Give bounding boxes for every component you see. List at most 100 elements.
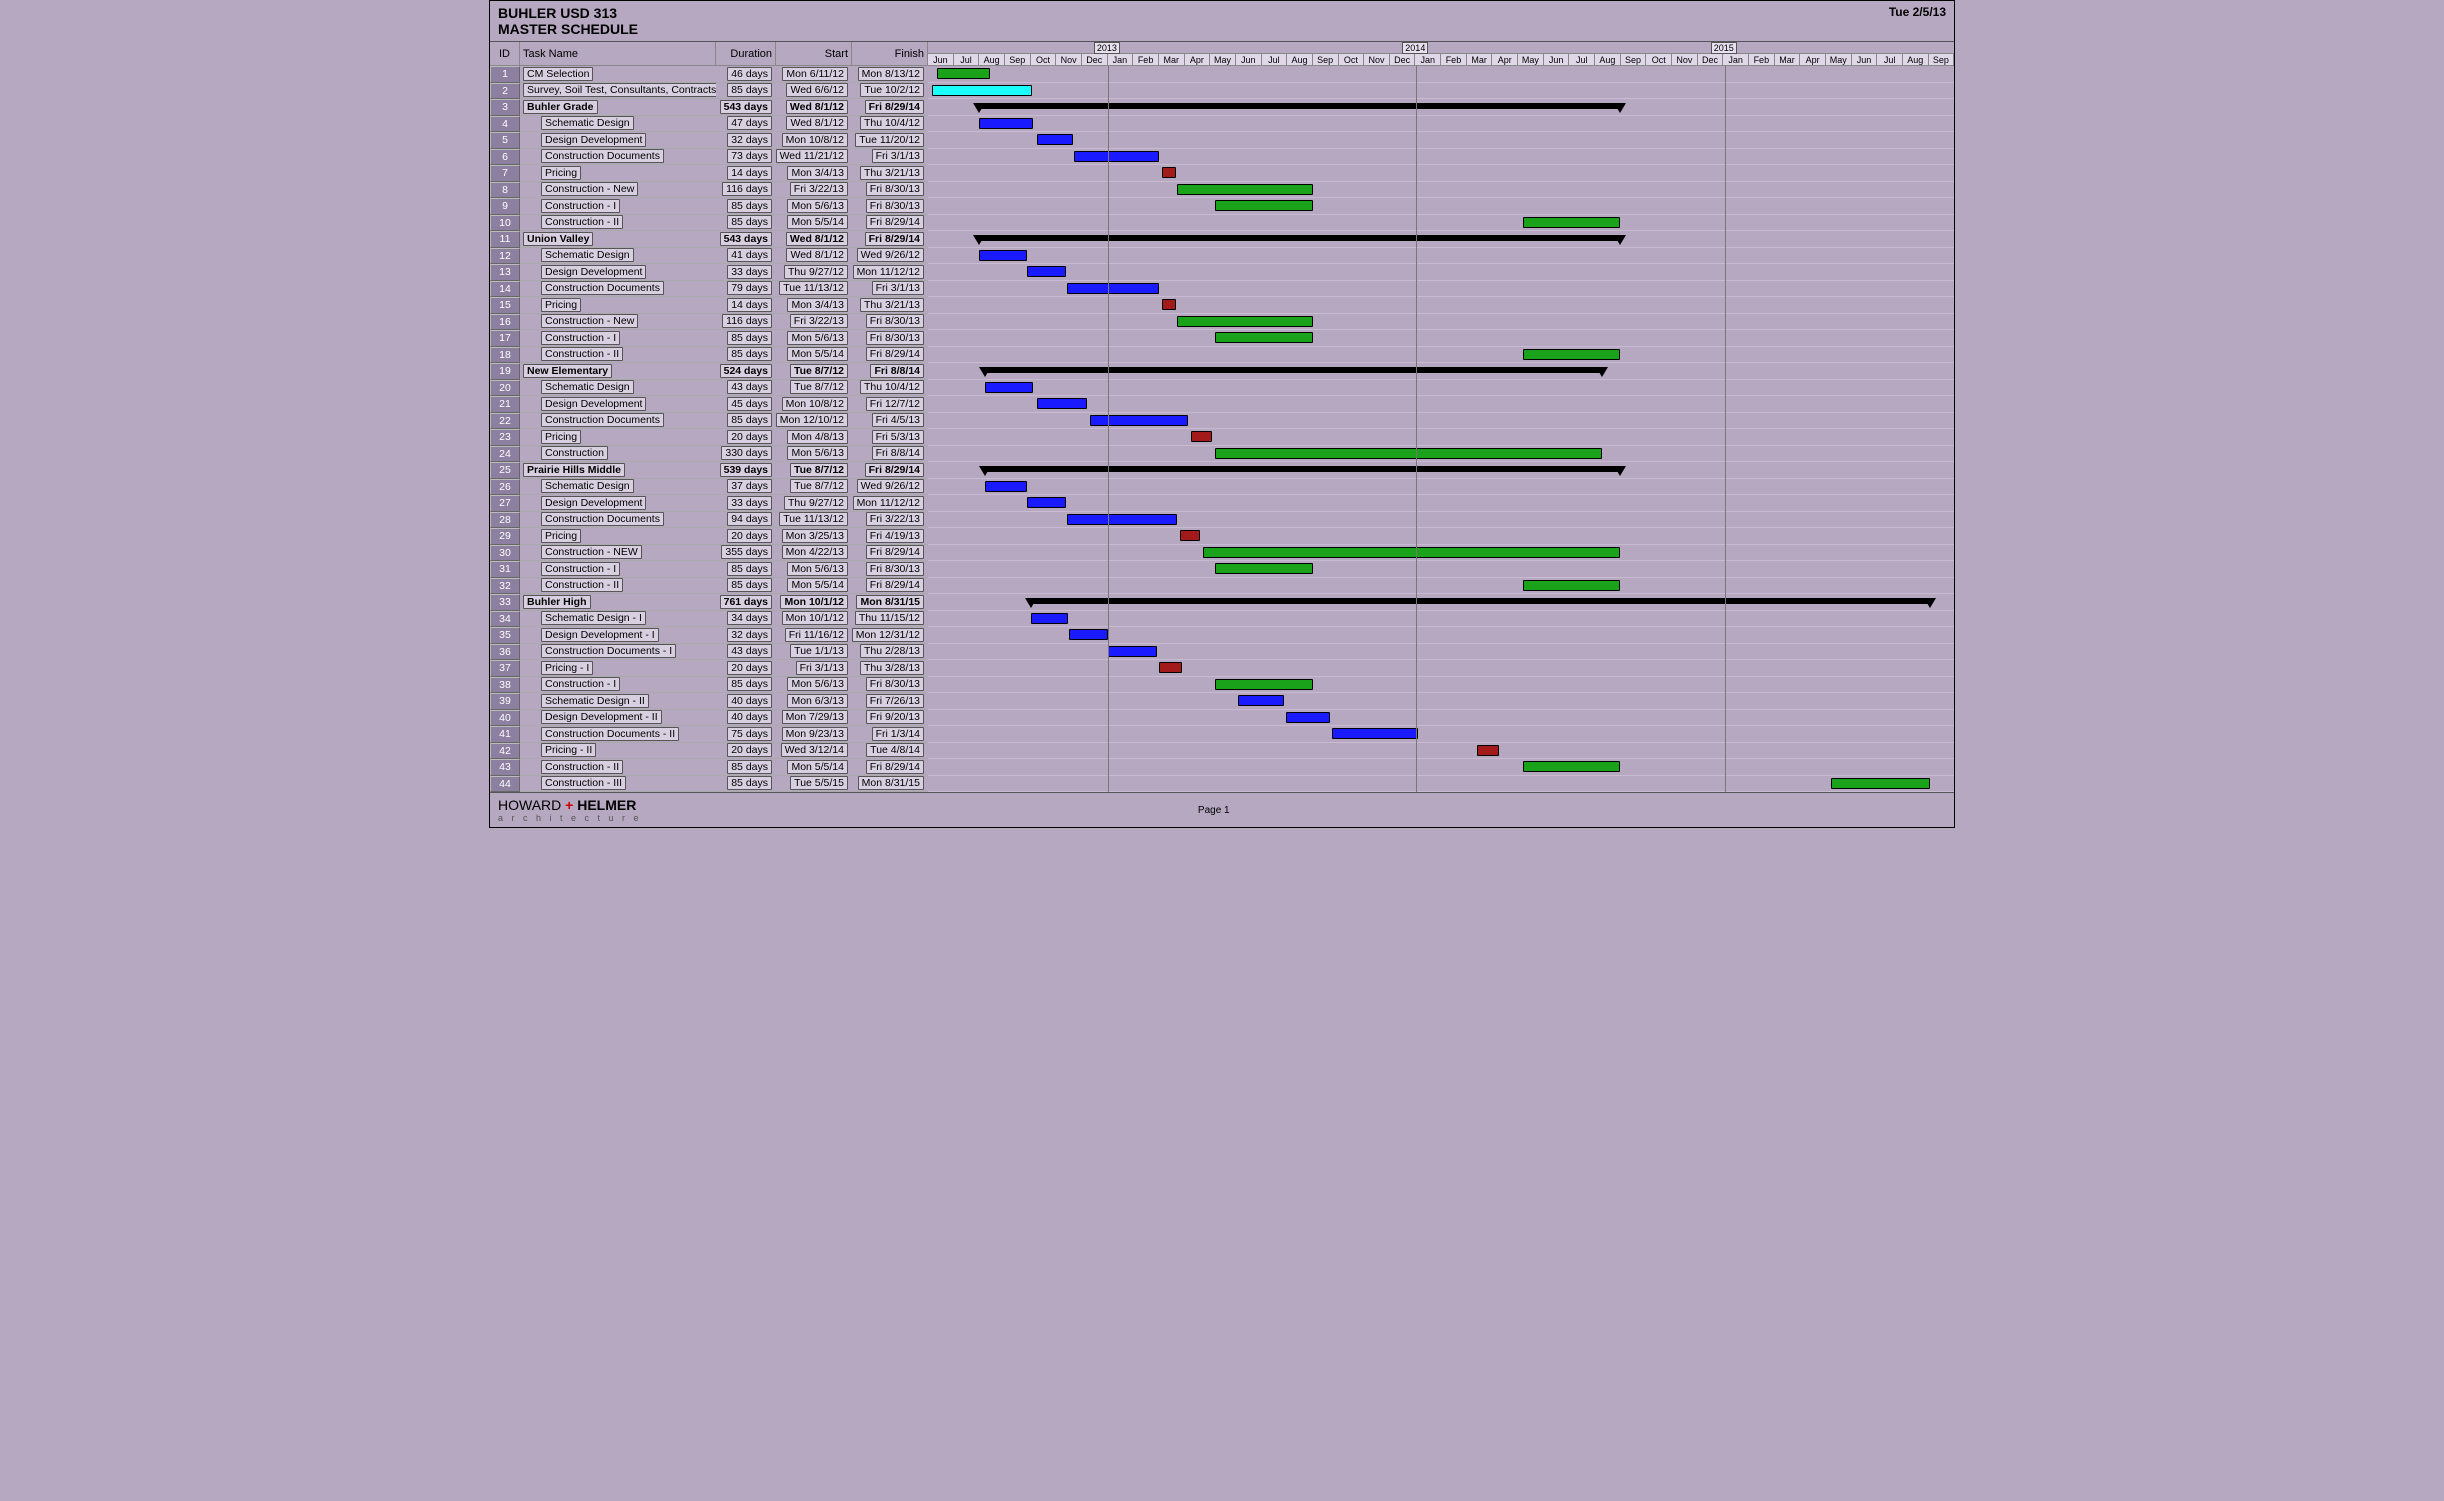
cell-id: 40 — [490, 710, 520, 727]
header-date: Tue 2/5/13 — [1889, 5, 1946, 37]
month-cell: Nov — [1056, 54, 1082, 66]
cell-start: Mon 5/6/13 — [776, 330, 852, 347]
task-bar — [1523, 761, 1621, 772]
gantt-row — [928, 132, 1954, 149]
title-line-2: MASTER SCHEDULE — [498, 21, 638, 37]
month-cell: Apr — [1492, 54, 1518, 66]
cell-name: Survey, Soil Test, Consultants, Contract… — [520, 83, 716, 100]
cell-start: Wed 8/1/12 — [776, 116, 852, 133]
cell-duration: 85 days — [716, 578, 776, 595]
cell-finish: Wed 9/26/12 — [852, 248, 928, 265]
task-bar — [1177, 316, 1312, 327]
cell-finish: Fri 8/29/14 — [852, 759, 928, 776]
gantt-row — [928, 644, 1954, 661]
table-row: 16Construction - New116 daysFri 3/22/13F… — [490, 314, 928, 331]
logo: HOWARD + HELMER a r c h i t e c t u r e — [498, 797, 642, 823]
month-cell: Jan — [1723, 54, 1749, 66]
table-row: 23Pricing20 daysMon 4/8/13Fri 5/3/13 — [490, 429, 928, 446]
cell-duration: 543 days — [716, 231, 776, 248]
cell-duration: 32 days — [716, 627, 776, 644]
month-cell: Feb — [1749, 54, 1775, 66]
cell-duration: 761 days — [716, 594, 776, 611]
cell-id: 39 — [490, 693, 520, 710]
gantt-row — [928, 512, 1954, 529]
cell-name: Schematic Design — [520, 479, 716, 496]
cell-start: Mon 5/5/14 — [776, 347, 852, 364]
cell-id: 15 — [490, 297, 520, 314]
month-cell: Aug — [1595, 54, 1621, 66]
month-cell: Jun — [1236, 54, 1262, 66]
table-row: 27Design Development33 daysThu 9/27/12Mo… — [490, 495, 928, 512]
gantt-row — [928, 99, 1954, 116]
cell-finish: Tue 10/2/12 — [852, 83, 928, 100]
cell-name: Pricing — [520, 165, 716, 182]
task-bar — [1238, 695, 1283, 706]
cell-start: Tue 1/1/13 — [776, 644, 852, 661]
cell-name: Buhler Grade — [520, 99, 716, 116]
cell-start: Mon 5/5/14 — [776, 215, 852, 232]
month-cell: Jun — [1544, 54, 1570, 66]
logo-plus: + — [565, 797, 573, 813]
month-cell: May — [1518, 54, 1544, 66]
gantt-row — [928, 413, 1954, 430]
table-row: 24Construction330 daysMon 5/6/13Fri 8/8/… — [490, 446, 928, 463]
cell-finish: Fri 8/29/14 — [852, 545, 928, 562]
cell-start: Mon 4/8/13 — [776, 429, 852, 446]
month-cell: May — [1826, 54, 1852, 66]
cell-duration: 40 days — [716, 710, 776, 727]
month-cell: Jul — [954, 54, 980, 66]
table-row: 43Construction - II85 daysMon 5/5/14Fri … — [490, 759, 928, 776]
cell-duration: 85 days — [716, 330, 776, 347]
cell-start: Mon 7/29/13 — [776, 710, 852, 727]
task-bar — [1523, 349, 1621, 360]
task-bar — [1090, 415, 1189, 426]
gantt-row — [928, 149, 1954, 166]
col-duration: Duration — [716, 42, 776, 66]
cell-duration: 85 days — [716, 347, 776, 364]
cell-id: 18 — [490, 347, 520, 364]
task-bar — [1215, 679, 1313, 690]
cell-finish: Fri 3/1/13 — [852, 149, 928, 166]
gantt-row — [928, 248, 1954, 265]
month-row: JunJulAugSepOctNovDecJanFebMarAprMayJunJ… — [928, 54, 1954, 66]
cell-id: 10 — [490, 215, 520, 232]
cell-finish: Fri 3/22/13 — [852, 512, 928, 529]
month-cell: Oct — [1646, 54, 1672, 66]
year-label: 2014 — [1402, 42, 1428, 54]
logo-architecture: a r c h i t e c t u r e — [498, 813, 642, 823]
gantt-row — [928, 314, 1954, 331]
cell-id: 19 — [490, 363, 520, 380]
month-cell: Oct — [1339, 54, 1365, 66]
gantt-row — [928, 429, 1954, 446]
table-row: 17Construction - I85 daysMon 5/6/13Fri 8… — [490, 330, 928, 347]
cell-name: Design Development — [520, 396, 716, 413]
cell-duration: 14 days — [716, 165, 776, 182]
task-bar — [1027, 266, 1066, 277]
cell-name: Construction - New — [520, 182, 716, 199]
cell-duration: 85 days — [716, 83, 776, 100]
gantt-row — [928, 198, 1954, 215]
cell-duration: 116 days — [716, 182, 776, 199]
cell-start: Mon 3/4/13 — [776, 165, 852, 182]
cell-id: 8 — [490, 182, 520, 199]
cell-name: Prairie Hills Middle — [520, 462, 716, 479]
gantt-row — [928, 281, 1954, 298]
cell-start: Fri 11/16/12 — [776, 627, 852, 644]
cell-id: 14 — [490, 281, 520, 298]
page-number: Page 1 — [642, 805, 1786, 816]
cell-start: Tue 11/13/12 — [776, 512, 852, 529]
cell-start: Wed 3/12/14 — [776, 743, 852, 760]
cell-finish: Mon 11/12/12 — [852, 264, 928, 281]
cell-start: Mon 5/6/13 — [776, 677, 852, 694]
cell-duration: 85 days — [716, 198, 776, 215]
gantt-row — [928, 479, 1954, 496]
cell-duration: 85 days — [716, 677, 776, 694]
table-row: 31Construction - I85 daysMon 5/6/13Fri 8… — [490, 561, 928, 578]
table-row: 39Schematic Design - II40 daysMon 6/3/13… — [490, 693, 928, 710]
gantt-row — [928, 363, 1954, 380]
task-bar — [937, 68, 990, 79]
cell-name: Construction - II — [520, 759, 716, 776]
table-row: 35Design Development - I32 daysFri 11/16… — [490, 627, 928, 644]
table-row: 5Design Development32 daysMon 10/8/12Tue… — [490, 132, 928, 149]
cell-duration: 20 days — [716, 743, 776, 760]
